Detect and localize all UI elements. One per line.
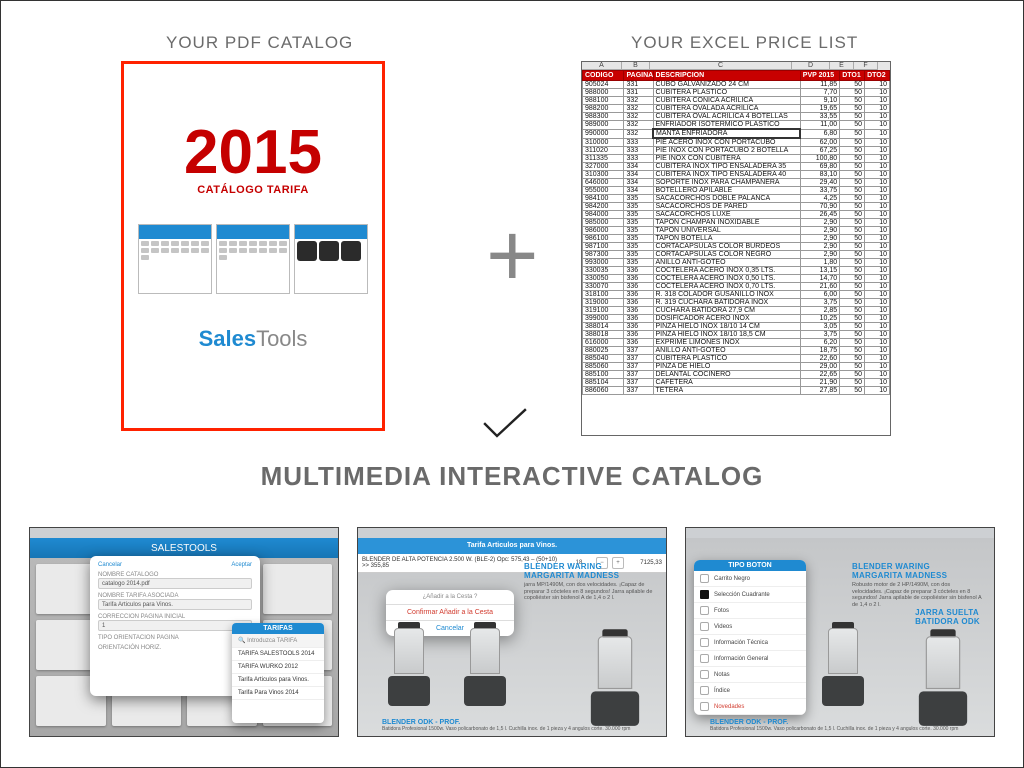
- jar-label: JARRA SUELTA BATIDORA ODK: [915, 608, 980, 626]
- menu-item-icon: [700, 590, 709, 599]
- menu-item-icon: [700, 622, 709, 631]
- cancel-button[interactable]: Cancelar: [98, 562, 122, 568]
- label-orientation: TIPO ORIENTACION PAGINA: [98, 635, 252, 641]
- screenshot-catalog-setup: SALESTOOLS CancelarAceptar NOMBRE CATALO…: [29, 527, 339, 737]
- popover-title: TARIFAS: [232, 623, 324, 634]
- pdf-screenshots: [138, 224, 368, 294]
- menu-item-icon: [700, 686, 709, 695]
- menu-item[interactable]: Carrito Negro: [694, 571, 806, 587]
- screenshot-row: SALESTOOLS CancelarAceptar NOMBRE CATALO…: [29, 527, 995, 737]
- field-tarifa[interactable]: Tarifa Articulos para Vinos.: [98, 599, 252, 610]
- label-orientation-h: ORIENTACIÓN HORIZ.: [98, 645, 252, 651]
- blender-image-left: [382, 628, 436, 706]
- tarifa-item[interactable]: TARIFA WURKO 2012: [232, 661, 324, 674]
- product-caption: BLENDER ODK - PROF. Batidora Profesional…: [710, 719, 958, 732]
- pdf-subtitle: CATÁLOGO TARIFA: [124, 184, 382, 196]
- field-catalog-name[interactable]: catalogo 2014.pdf: [98, 578, 252, 589]
- plus-icon: +: [486, 211, 539, 301]
- field-correction[interactable]: 1: [98, 620, 252, 631]
- excel-heading: YOUR EXCEL PRICE LIST: [631, 33, 858, 53]
- bottom-heading: MULTIMEDIA INTERACTIVE CATALOG: [1, 461, 1023, 492]
- menu-item-icon: [700, 670, 709, 679]
- product-bar: Tarifa Articulos para Vinos.: [358, 538, 666, 554]
- pdf-catalog-cover: 2015 CATÁLOGO TARIFA SalesTools: [121, 61, 385, 431]
- tarifa-search[interactable]: 🔍 Introduzca TARIFA: [232, 634, 324, 648]
- button-type-menu: TIPO BOTON Carrito NegroSelección Cuadra…: [694, 560, 806, 715]
- tarifa-item[interactable]: TARIFA SALESTOOLS 2014: [232, 648, 324, 661]
- menu-item[interactable]: Notas: [694, 667, 806, 683]
- product-desc: Robusto motor de 2 HP/1490M, con dos vel…: [852, 582, 982, 608]
- blender-image-right: [584, 636, 646, 726]
- product-title: BLENDER WARING MARGARITA MADNESS: [852, 562, 982, 580]
- product-info-right: BLENDER WARING MARGARITA MADNESS Robusto…: [852, 562, 982, 608]
- menu-item[interactable]: Fotos: [694, 603, 806, 619]
- menu-item[interactable]: Selección Cuadrante: [694, 587, 806, 603]
- confirm-button[interactable]: Confirmar Añadir a la Cesta: [386, 604, 514, 620]
- menu-item-icon: [700, 574, 709, 583]
- menu-item-icon: [700, 702, 709, 711]
- modal-question: ¿Añadir a la Cesta ?: [386, 590, 514, 604]
- pdf-year: 2015: [124, 122, 382, 184]
- accept-button[interactable]: Aceptar: [231, 562, 252, 568]
- app-titlebar: SALESTOOLS: [30, 538, 338, 558]
- menu-item-icon: [700, 654, 709, 663]
- product-caption: BLENDER ODK - PROF. Batidora Profesional…: [382, 719, 630, 732]
- menu-item[interactable]: Novedades: [694, 699, 806, 715]
- salestools-logo: SalesTools: [124, 326, 382, 352]
- menu-item[interactable]: Índice: [694, 683, 806, 699]
- tarifa-item[interactable]: Tarifa Para Vinos 2014: [232, 687, 324, 700]
- screenshot-add-to-cart: Tarifa Articulos para Vinos. BLENDER DE …: [357, 527, 667, 737]
- screenshot-button-menu: TIPO BOTON Carrito NegroSelección Cuadra…: [685, 527, 995, 737]
- blender-image-right: [912, 636, 974, 726]
- excel-price-list: ABCDEF CODIGOPAGINADESCRIPCIONPVP 2015DT…: [581, 61, 891, 436]
- blender-image-left: [816, 628, 870, 706]
- product-desc: jarra MP/1490M, con dos velocidades. ¡Ca…: [524, 582, 654, 602]
- product-info-right: BLENDER WARING MARGARITA MADNESS jarra M…: [524, 562, 654, 602]
- menu-item[interactable]: Información General: [694, 651, 806, 667]
- excel-column-letters: ABCDEF: [582, 62, 890, 70]
- menu-title: TIPO BOTON: [694, 560, 806, 571]
- menu-item[interactable]: Videos: [694, 619, 806, 635]
- product-title: BLENDER WARING MARGARITA MADNESS: [524, 562, 654, 580]
- pdf-heading: YOUR PDF CATALOG: [166, 33, 353, 53]
- tarifas-popover: TARIFAS 🔍 Introduzca TARIFA TARIFA SALES…: [232, 623, 324, 723]
- tarifa-item[interactable]: Tarifa Articulos para Vinos.: [232, 674, 324, 687]
- excel-table: CODIGOPAGINADESCRIPCIONPVP 2015DTO1DTO29…: [582, 70, 890, 395]
- menu-item[interactable]: Información Técnica: [694, 635, 806, 651]
- blender-image-mid: [458, 628, 512, 706]
- menu-item-icon: [700, 638, 709, 647]
- menu-item-icon: [700, 606, 709, 615]
- checkmark-icon: [481, 406, 529, 442]
